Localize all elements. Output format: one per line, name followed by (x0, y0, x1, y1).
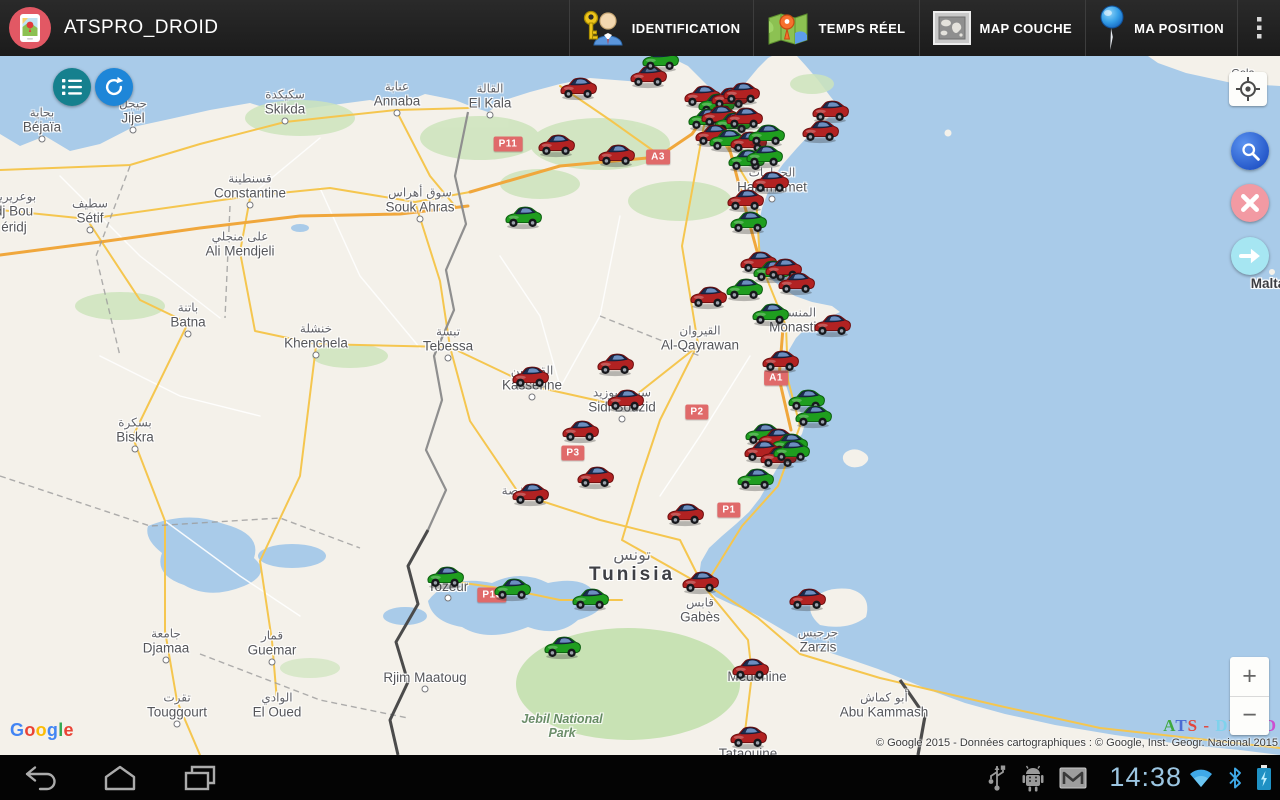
vehicle-marker-green[interactable] (542, 634, 582, 660)
map-pin-icon (767, 9, 809, 47)
vehicle-marker-red[interactable] (575, 464, 615, 490)
android-debug-icon (1021, 764, 1045, 792)
blue-balloon-icon (1099, 5, 1125, 51)
vehicle-marker-red[interactable] (605, 387, 645, 413)
arrow-right-icon (1239, 247, 1261, 265)
identification-label: IDENTIFICATION (632, 21, 741, 36)
phone-map-pin-icon (17, 13, 43, 43)
vehicle-list-button[interactable] (53, 68, 91, 106)
vehicle-marker-green[interactable] (771, 438, 811, 464)
ma-position-button[interactable]: MA POSITION (1085, 0, 1237, 56)
gmail-icon (1059, 767, 1087, 789)
vehicle-marker-red[interactable] (760, 348, 800, 374)
home-button[interactable] (80, 765, 160, 791)
zoom-out-button[interactable]: − (1230, 696, 1269, 736)
vehicle-marker-red[interactable] (800, 118, 840, 144)
map-attribution: © Google 2015 - Données cartographiques … (876, 737, 1278, 749)
bluetooth-icon (1228, 766, 1242, 790)
world-layer-icon (933, 11, 971, 45)
identification-button[interactable]: IDENTIFICATION (569, 0, 754, 56)
map-couche-label: MAP COUCHE (980, 21, 1073, 36)
vehicle-marker-red[interactable] (536, 132, 576, 158)
vehicle-marker-red[interactable] (558, 75, 598, 101)
home-icon (103, 765, 137, 791)
vehicle-marker-green[interactable] (750, 301, 790, 327)
vehicle-marker-red[interactable] (812, 312, 852, 338)
wifi-icon (1188, 767, 1214, 789)
vehicle-marker-green[interactable] (425, 564, 465, 590)
overflow-menu-button[interactable] (1237, 0, 1280, 56)
my-location-button[interactable] (1229, 72, 1267, 106)
system-nav-bar: 14:38 (0, 755, 1280, 800)
vehicle-marker-green[interactable] (503, 204, 543, 230)
vehicle-marker-green[interactable] (492, 576, 532, 602)
next-button[interactable] (1231, 237, 1269, 275)
refresh-icon (103, 76, 125, 98)
temps-reel-label: TEMPS RÉEL (818, 21, 905, 36)
recents-icon (183, 765, 217, 791)
vehicle-marker-green[interactable] (735, 466, 775, 492)
back-icon (23, 765, 57, 791)
ma-position-label: MA POSITION (1134, 21, 1224, 36)
search-button[interactable] (1231, 132, 1269, 170)
vehicle-marker-red[interactable] (730, 656, 770, 682)
vehicle-marker-red[interactable] (688, 284, 728, 310)
usb-icon (987, 764, 1007, 792)
magnifier-icon (1240, 141, 1261, 162)
battery-icon (1256, 765, 1272, 791)
zoom-in-button[interactable]: + (1230, 657, 1269, 696)
vehicle-marker-green[interactable] (570, 586, 610, 612)
map-container: بجايةBéjaïaجيجلJijelسكيكدةSkikdaعنابةAnn… (0, 56, 1280, 755)
action-bar: IDENTIFICATION TEMPS RÉEL (569, 0, 1280, 56)
recents-button[interactable] (160, 765, 240, 791)
vehicle-marker-green[interactable] (793, 403, 833, 429)
vehicle-marker-red[interactable] (680, 569, 720, 595)
vehicle-marker-red[interactable] (595, 351, 635, 377)
vehicle-marker-red[interactable] (776, 270, 816, 296)
target-icon (1236, 77, 1260, 101)
x-icon (1240, 193, 1260, 213)
vehicle-marker-red[interactable] (596, 142, 636, 168)
vehicle-marker-red[interactable] (510, 481, 550, 507)
overflow-menu-icon (1256, 16, 1262, 40)
vehicle-marker-red[interactable] (510, 364, 550, 390)
temps-reel-button[interactable]: TEMPS RÉEL (753, 0, 918, 56)
map-couche-button[interactable]: MAP COUCHE (919, 0, 1086, 56)
key-user-icon (583, 9, 623, 47)
back-button[interactable] (0, 765, 80, 791)
vehicle-marker-green[interactable] (724, 276, 764, 302)
app-title: ATSPRO_DROID (64, 17, 219, 39)
zoom-control: + − (1230, 657, 1269, 735)
close-button[interactable] (1231, 184, 1269, 222)
vehicle-marker-green[interactable] (640, 56, 680, 73)
status-clock: 14:38 (1109, 764, 1182, 791)
vehicle-marker-green[interactable] (728, 209, 768, 235)
vehicle-marker-red[interactable] (560, 418, 600, 444)
app-bar: ATSPRO_DROID IDENTIFICATION (0, 0, 1280, 56)
status-tray: 14:38 (987, 764, 1280, 792)
app-logo-icon (9, 7, 51, 49)
vehicle-marker-green[interactable] (744, 143, 784, 169)
refresh-button[interactable] (95, 68, 133, 106)
list-icon (62, 78, 82, 96)
vehicle-marker-red[interactable] (665, 501, 705, 527)
google-logo: Google (10, 720, 74, 741)
vehicle-marker-red[interactable] (787, 586, 827, 612)
vehicle-marker-red[interactable] (728, 724, 768, 750)
